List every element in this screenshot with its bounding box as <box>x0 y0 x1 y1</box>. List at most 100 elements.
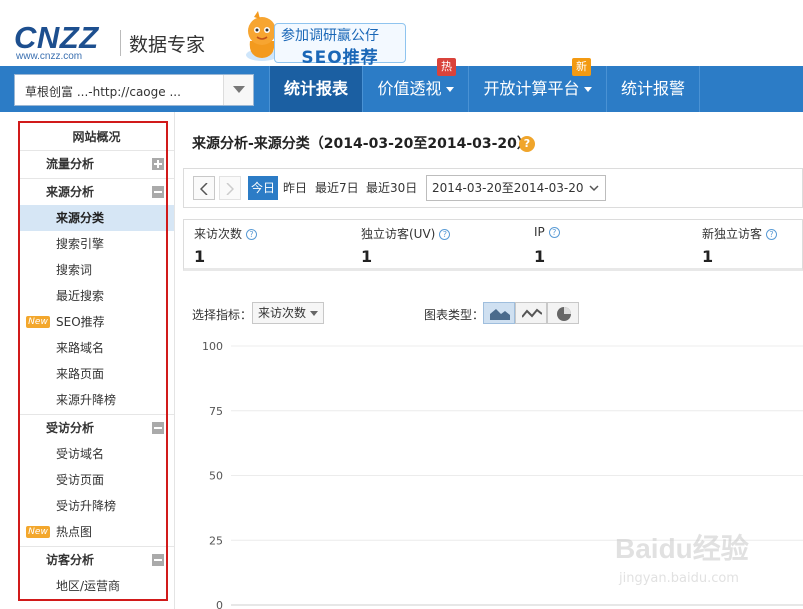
baidu-watermark: Baidu经验 jingyan.baidu.com <box>615 527 795 597</box>
stat-label: IP <box>534 225 545 239</box>
logo-divider <box>120 30 121 56</box>
sidebar-item-label: 受访升降榜 <box>56 499 117 513</box>
expand-icon[interactable] <box>152 158 164 170</box>
chevron-right-icon <box>226 183 234 195</box>
new-tag: New <box>26 316 50 328</box>
stat-value: 1 <box>702 247 714 266</box>
y-tick-label: 0 <box>216 599 223 609</box>
stat-label: 来访次数 <box>194 227 243 241</box>
date-last-7-days[interactable]: 最近7日 <box>312 176 362 200</box>
pie-chart-button[interactable] <box>547 302 579 324</box>
stat-value: 1 <box>361 247 373 266</box>
sidebar-item-region-isp[interactable]: 地区/运营商 <box>19 573 174 599</box>
sidebar-item-referrer-page[interactable]: 来路页面 <box>19 361 174 387</box>
sidebar-item-visited-domain[interactable]: 受访域名 <box>19 441 174 467</box>
banner-line2: SEO推荐 <box>301 48 379 68</box>
y-tick-label: 75 <box>209 405 223 418</box>
sidebar-item-source-ranking[interactable]: 来源升降榜 <box>19 387 174 413</box>
sidebar-group-label: 来源分析 <box>46 185 95 199</box>
sidebar-item-visited-ranking[interactable]: 受访升降榜 <box>19 493 174 519</box>
sidebar-item-source-category[interactable]: 来源分类 <box>19 205 174 231</box>
site-select[interactable]: 草根创富 ...-http://caoge ... <box>14 74 254 106</box>
date-today[interactable]: 今日 <box>248 176 279 200</box>
nav-tab-label: 统计报表 <box>283 79 348 98</box>
new-tag: New <box>26 526 50 538</box>
y-tick-label: 25 <box>209 534 223 547</box>
sidebar-item-label: 搜索引擎 <box>56 237 105 251</box>
new-badge: 新 <box>572 58 591 76</box>
sidebar-item-seo[interactable]: New SEO推荐 <box>19 309 174 335</box>
survey-banner[interactable]: 参加调研赢公仔 SEO推荐 <box>240 11 406 68</box>
product-title: 数据专家 <box>129 34 206 56</box>
question-icon[interactable]: ? <box>548 227 560 238</box>
stat-label: 新独立访客 <box>702 227 763 241</box>
site-select-value: 草根创富 ...-http://caoge ... <box>25 85 181 99</box>
sidebar-item-label: 地区/运营商 <box>56 579 121 593</box>
sidebar-item-recent-search[interactable]: 最近搜索 <box>19 283 174 309</box>
nav-tab-label: 统计报警 <box>620 79 685 98</box>
sidebar-item-referrer-domain[interactable]: 来路域名 <box>19 335 174 361</box>
stats-panel: 来访次数? 1 独立访客(UV)? 1 IP? 1 新独立访客? 1 <box>183 219 803 271</box>
date-toolbar: 今日 昨日 最近7日 最近30日 2014-03-20至2014-03-20 <box>183 168 803 208</box>
line-chart-button[interactable] <box>515 302 547 324</box>
sidebar-item-label: 热点图 <box>56 525 93 539</box>
date-last-30-days[interactable]: 最近30日 <box>363 176 420 200</box>
cnzz-logo[interactable]: CNZZ www.cnzz.com <box>14 22 110 62</box>
sidebar-item-overview[interactable]: 网站概况 <box>19 124 174 150</box>
sidebar-item-label: 受访页面 <box>56 473 105 487</box>
sidebar-item-label: 网站概况 <box>72 130 121 144</box>
question-icon[interactable]: ? <box>439 229 451 240</box>
sidebar-item-visited-page[interactable]: 受访页面 <box>19 467 174 493</box>
caret-down-icon <box>445 87 454 92</box>
question-icon[interactable]: ? <box>766 229 778 240</box>
question-icon[interactable]: ? <box>246 229 258 240</box>
stat-value: 1 <box>534 247 546 266</box>
pie-chart-icon <box>557 307 571 321</box>
header: CNZZ www.cnzz.com 数据专家 参加调研赢公仔 SEO推荐 <box>0 0 803 68</box>
sidebar-group-traffic[interactable]: 流量分析 <box>19 150 174 176</box>
banner-box: 参加调研赢公仔 SEO推荐 <box>274 23 406 68</box>
collapse-icon[interactable] <box>152 186 164 198</box>
metric-select-value: 来访次数 <box>258 306 307 320</box>
collapse-icon[interactable] <box>152 422 164 434</box>
nav-tab-open-platform[interactable]: 开放计算平台 新 <box>468 58 606 112</box>
banner-line1: 参加调研赢公仔 <box>281 28 379 44</box>
prev-date-button[interactable] <box>193 176 215 200</box>
y-tick-label: 100 <box>202 340 223 353</box>
sidebar-item-label: 受访域名 <box>56 447 105 461</box>
watermark-url: jingyan.baidu.com <box>619 571 739 586</box>
date-yesterday[interactable]: 昨日 <box>280 176 310 200</box>
sidebar-item-search-terms[interactable]: 搜索词 <box>19 257 174 283</box>
date-range-value: 2014-03-20至2014-03-20 <box>432 181 584 195</box>
nav-tab-label: 开放计算平台 <box>483 79 580 98</box>
sidebar-item-label: 最近搜索 <box>56 289 105 303</box>
stat-value: 1 <box>194 247 206 266</box>
nav-tab-alerts[interactable]: 统计报警 <box>606 66 700 112</box>
line-chart-icon <box>522 308 542 318</box>
sidebar-group-visitors[interactable]: 访客分析 <box>19 546 174 572</box>
caret-down-icon <box>310 311 318 316</box>
area-chart-button[interactable] <box>483 302 515 324</box>
sidebar-item-search-engine[interactable]: 搜索引擎 <box>19 231 174 257</box>
metric-select[interactable]: 来访次数 <box>252 302 324 324</box>
stat-label: 独立访客(UV) <box>361 227 436 241</box>
sidebar-group-source[interactable]: 来源分析 <box>19 178 174 204</box>
chart-type-label: 图表类型： <box>424 308 485 322</box>
date-range-select[interactable]: 2014-03-20至2014-03-20 <box>426 175 606 201</box>
help-icon[interactable]: ? <box>519 136 535 152</box>
sidebar-item-label: 来源分类 <box>56 211 105 225</box>
collapse-icon[interactable] <box>152 554 164 566</box>
sidebar-group-visited[interactable]: 受访分析 <box>19 414 174 440</box>
sidebar-item-heatmap[interactable]: New 热点图 <box>19 519 174 545</box>
main-nav: 草根创富 ...-http://caoge ... 统计报表 价值透视 热 开放… <box>0 58 803 112</box>
chevron-down-icon <box>589 185 599 192</box>
y-tick-label: 50 <box>209 470 223 483</box>
sidebar-item-label: 来源升降榜 <box>56 393 117 407</box>
nav-tab-reports[interactable]: 统计报表 <box>269 66 362 112</box>
nav-tab-value-insight[interactable]: 价值透视 热 <box>362 58 468 112</box>
next-date-button[interactable] <box>219 176 241 200</box>
site-select-dropdown-button[interactable] <box>223 75 253 105</box>
area-chart-icon <box>490 309 510 320</box>
nav-tab-label: 价值透视 <box>377 79 442 98</box>
sidebar-item-label: 来路页面 <box>56 367 105 381</box>
